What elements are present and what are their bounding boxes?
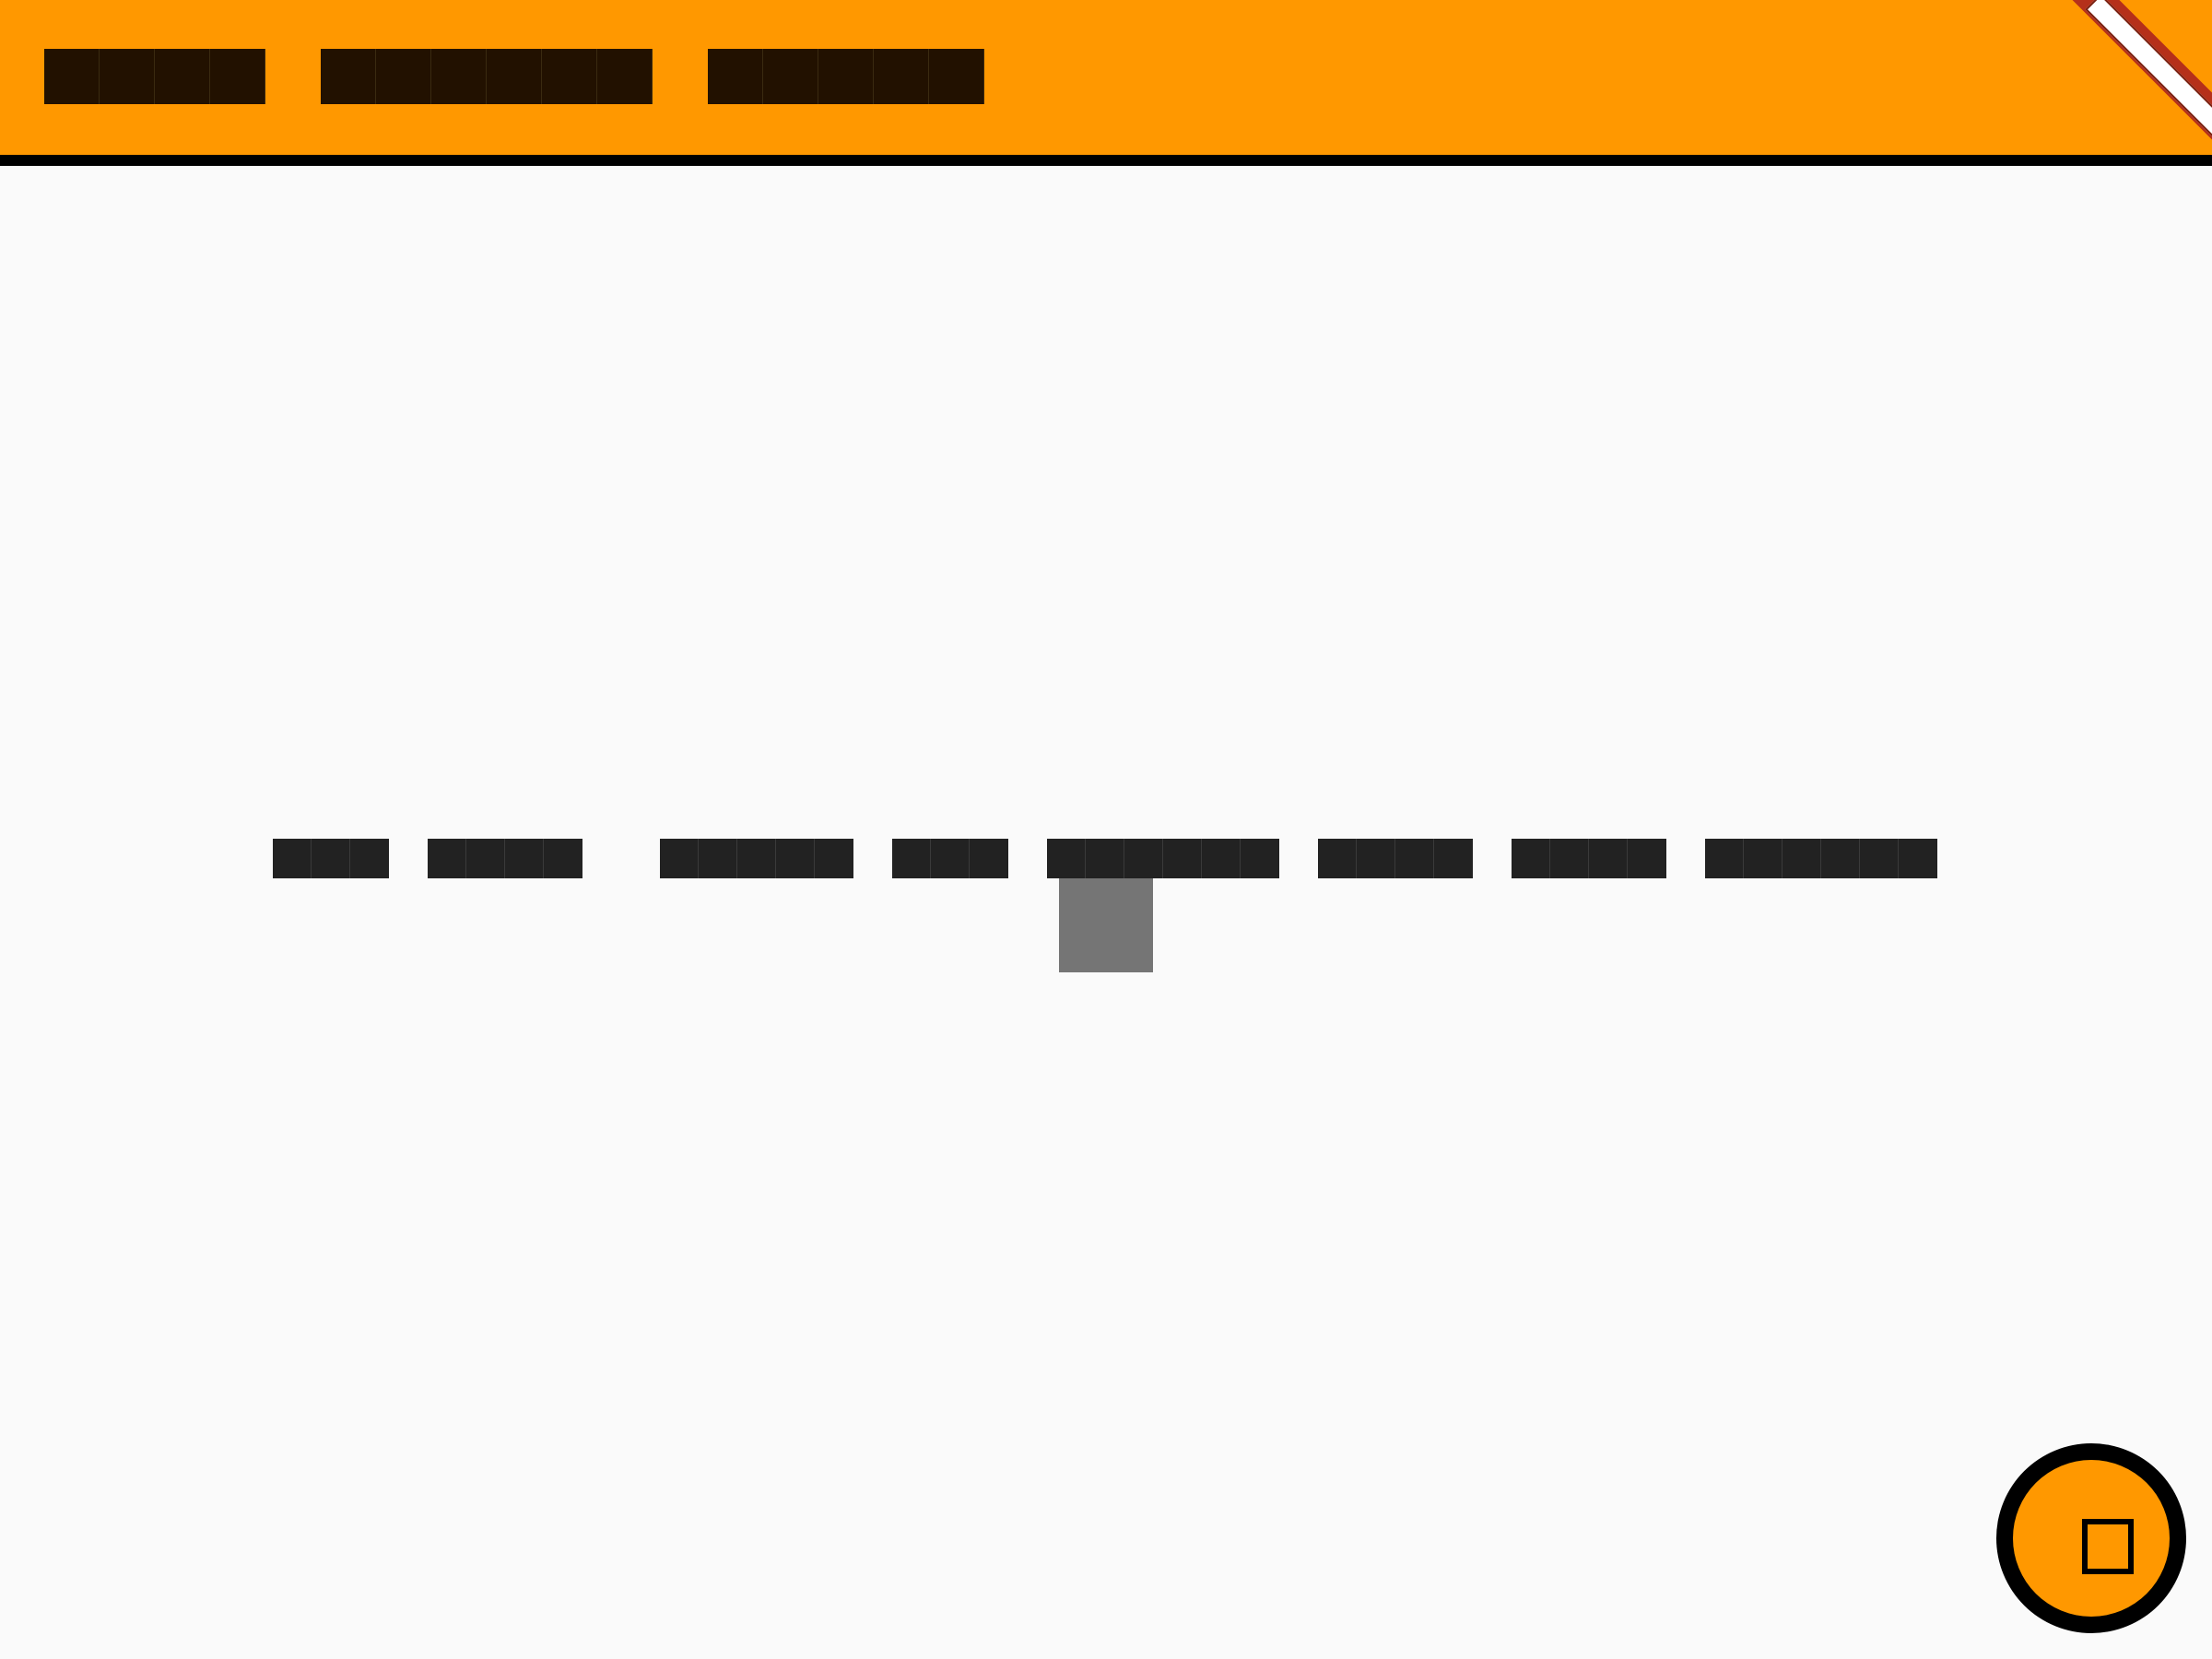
message-word <box>428 839 582 878</box>
stop-square-icon <box>2082 1519 2134 1574</box>
center-message <box>273 839 1939 878</box>
tab-2[interactable] <box>321 49 653 104</box>
stop-button[interactable] <box>1996 1443 2186 1633</box>
message-word <box>660 839 853 878</box>
message-word <box>273 839 389 878</box>
message-word <box>892 839 1008 878</box>
text-cursor <box>1059 878 1153 972</box>
message-word <box>1705 839 1937 878</box>
top-app-bar <box>0 0 2212 155</box>
debug-banner <box>2055 0 2212 155</box>
tab-1[interactable] <box>44 49 265 104</box>
message-word <box>1047 839 1279 878</box>
message-word <box>1512 839 1666 878</box>
message-word <box>1318 839 1473 878</box>
app-bar-divider <box>0 155 2212 166</box>
tab-3[interactable] <box>708 49 984 104</box>
